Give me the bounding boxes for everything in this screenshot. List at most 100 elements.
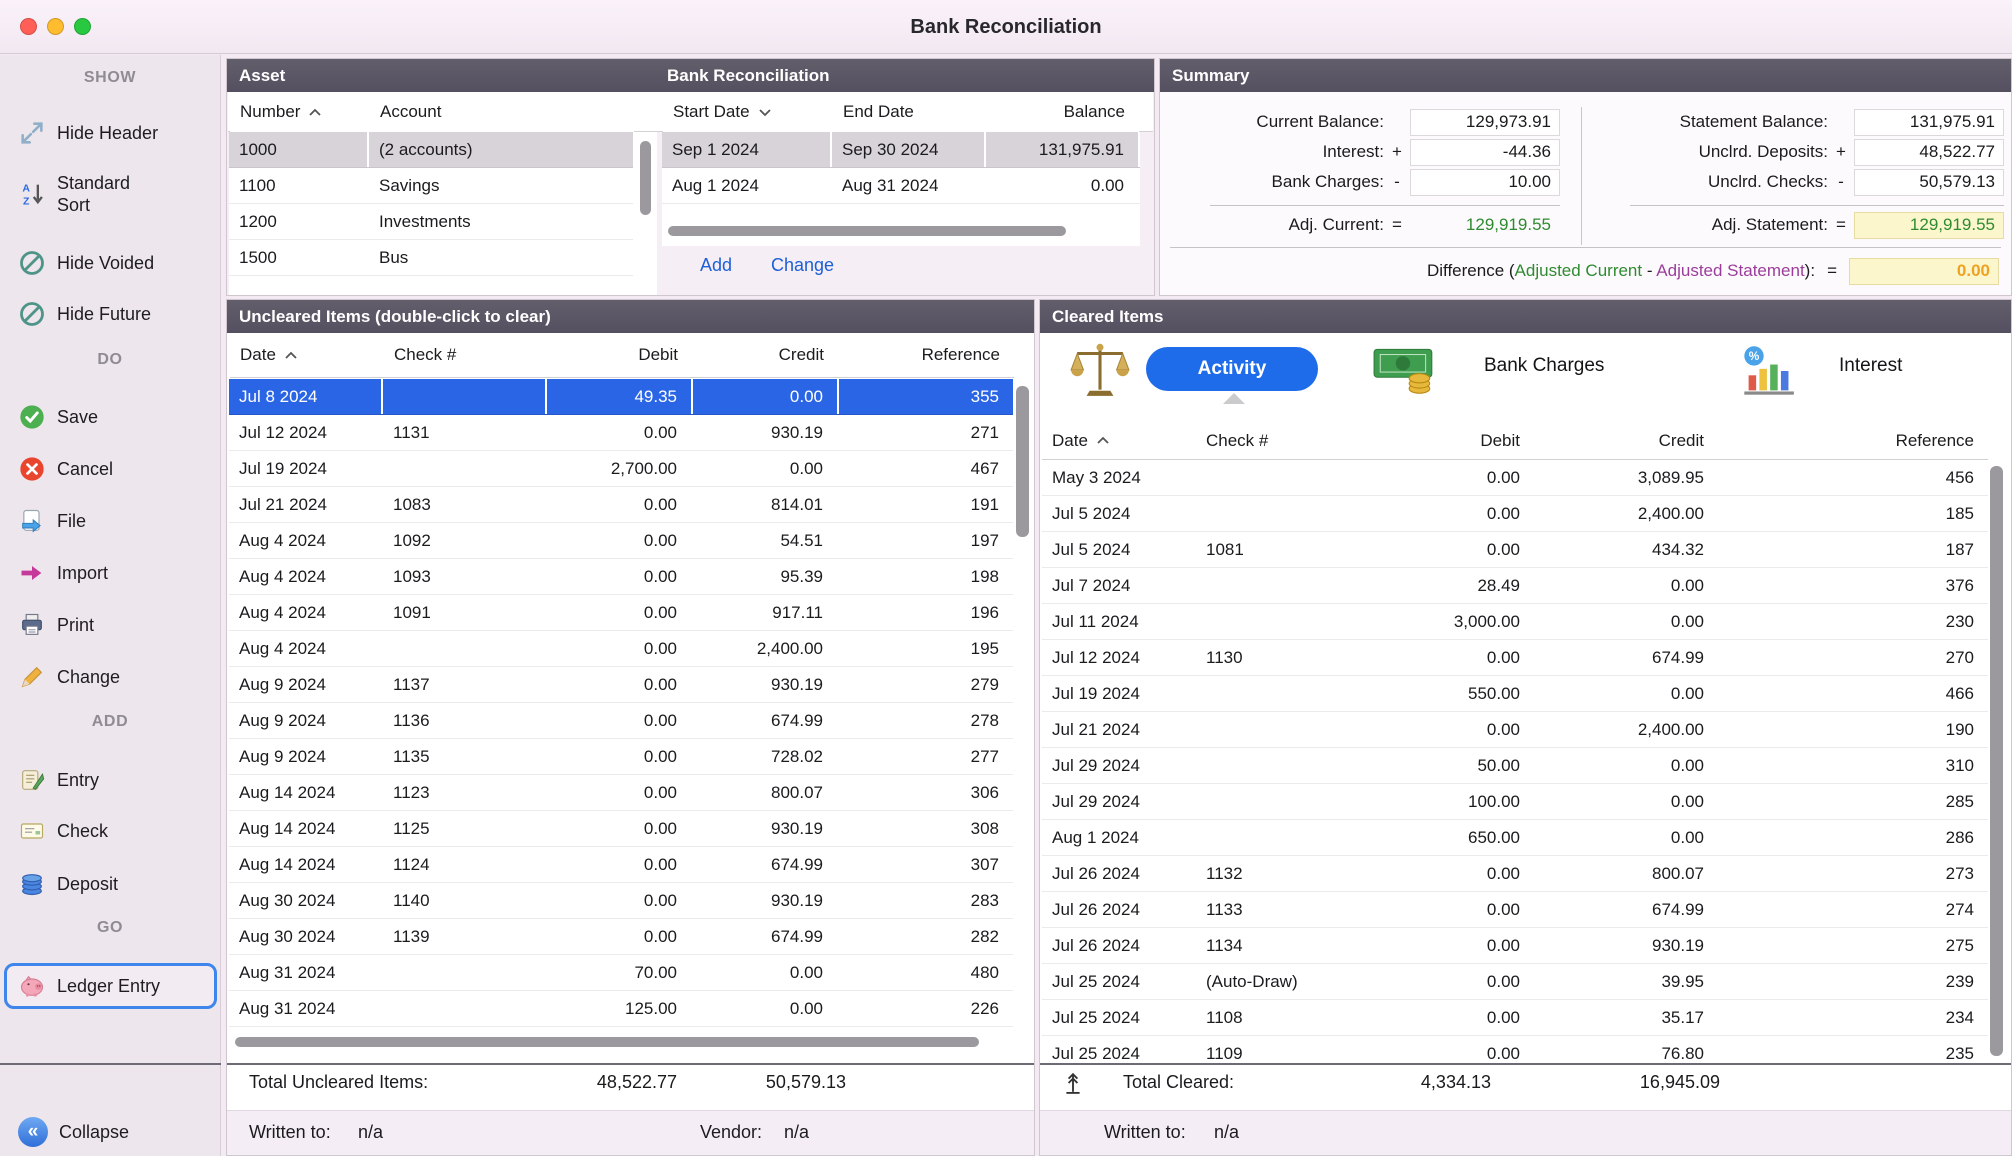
cell-check-number: [1196, 712, 1360, 747]
cleared-row[interactable]: Jul 29 2024 100.00 0.00 285: [1042, 784, 1988, 820]
sidebar-item-import[interactable]: Import: [4, 551, 217, 595]
uncleared-row[interactable]: Aug 31 2024 125.00 0.00 226: [229, 991, 1013, 1027]
accounts-panel-header: Asset Bank Reconciliation: [227, 59, 1154, 92]
cleared-row[interactable]: Jul 26 2024 1132 0.00 800.07 273: [1042, 856, 1988, 892]
sidebar-item-entry[interactable]: Entry: [4, 758, 217, 802]
uncleared-row[interactable]: Aug 4 2024 0.00 2,400.00 195: [229, 631, 1013, 667]
zoom-window-button[interactable]: [74, 18, 91, 35]
change-reconciliation-link[interactable]: Change: [771, 255, 834, 276]
sidebar-item-change[interactable]: Change: [4, 655, 217, 699]
vendor-value: n/a: [784, 1122, 809, 1143]
cleared-row[interactable]: May 3 2024 0.00 3,089.95 456: [1042, 460, 1988, 496]
double-arrow-icon[interactable]: [1062, 1070, 1084, 1101]
cell-date: Aug 14 2024: [229, 775, 381, 810]
sidebar-item-standard-sort[interactable]: AZ Standard Sort: [4, 163, 217, 225]
cell-debit: 0.00: [547, 847, 691, 882]
uncleared-row[interactable]: Aug 14 2024 1125 0.00 930.19 308: [229, 811, 1013, 847]
column-header-start-date[interactable]: Start Date: [663, 92, 831, 132]
cleared-row[interactable]: Jul 21 2024 0.00 2,400.00 190: [1042, 712, 1988, 748]
cleared-row[interactable]: Jul 25 2024 1109 0.00 76.80 235: [1042, 1036, 1988, 1063]
uncleared-row[interactable]: Aug 30 2024 1140 0.00 930.19 283: [229, 883, 1013, 919]
close-window-button[interactable]: [20, 18, 37, 35]
cleared-row[interactable]: Jul 5 2024 1081 0.00 434.32 187: [1042, 532, 1988, 568]
sidebar-item-save[interactable]: Save: [4, 395, 217, 439]
uncleared-row[interactable]: Aug 9 2024 1136 0.00 674.99 278: [229, 703, 1013, 739]
uncleared-vscrollbar-thumb[interactable]: [1016, 386, 1029, 537]
column-header-credit[interactable]: Credit: [694, 333, 838, 377]
sidebar-item-print[interactable]: Print: [4, 603, 217, 647]
sidebar-item-ledger-entry[interactable]: Ledger Entry: [4, 963, 217, 1009]
uncleared-footer-divider: [227, 1063, 1034, 1065]
reconciliation-row[interactable]: Aug 1 2024 Aug 31 2024 0.00: [662, 168, 1140, 204]
cleared-row[interactable]: Jul 19 2024 550.00 0.00 466: [1042, 676, 1988, 712]
cleared-vscrollbar-thumb[interactable]: [1990, 466, 2003, 1056]
minimize-window-button[interactable]: [47, 18, 64, 35]
asset-scrollbar-thumb[interactable]: [640, 141, 651, 215]
cell-credit: 0.00: [693, 451, 837, 486]
uncleared-row[interactable]: Aug 9 2024 1137 0.00 930.19 279: [229, 667, 1013, 703]
reconciliation-hscrollbar-thumb[interactable]: [668, 226, 1066, 236]
sidebar-item-collapse[interactable]: « Collapse: [4, 1110, 217, 1154]
scales-icon: [1069, 339, 1131, 404]
uncleared-row[interactable]: Aug 14 2024 1124 0.00 674.99 307: [229, 847, 1013, 883]
sidebar-item-deposit[interactable]: Deposit: [4, 862, 217, 906]
sidebar-item-hide-header[interactable]: Hide Header: [4, 111, 217, 155]
column-header-debit[interactable]: Debit: [1362, 422, 1534, 459]
column-header-reference[interactable]: Reference: [1720, 422, 1988, 459]
uncleared-row[interactable]: Aug 4 2024 1093 0.00 95.39 198: [229, 559, 1013, 595]
account-row[interactable]: 1200 Investments: [229, 204, 633, 240]
sidebar-item-cancel[interactable]: Cancel: [4, 447, 217, 491]
uncleared-row[interactable]: Aug 30 2024 1139 0.00 674.99 282: [229, 919, 1013, 955]
cleared-row[interactable]: Jul 5 2024 0.00 2,400.00 185: [1042, 496, 1988, 532]
uncleared-row[interactable]: Jul 8 2024 49.35 0.00 355: [229, 379, 1013, 415]
column-header-date[interactable]: Date: [230, 333, 382, 377]
cleared-row[interactable]: Jul 25 2024 (Auto-Draw) 0.00 39.95 239: [1042, 964, 1988, 1000]
column-header-check[interactable]: Check #: [1196, 422, 1360, 459]
uncleared-row[interactable]: Aug 9 2024 1135 0.00 728.02 277: [229, 739, 1013, 775]
sidebar-item-label: Deposit: [57, 873, 118, 895]
cleared-row[interactable]: Jul 26 2024 1133 0.00 674.99 274: [1042, 892, 1988, 928]
cell-date: Jul 19 2024: [229, 451, 381, 486]
tab-interest[interactable]: Interest: [1839, 355, 1902, 377]
cleared-row[interactable]: Jul 11 2024 3,000.00 0.00 230: [1042, 604, 1988, 640]
sidebar-item-file[interactable]: File: [4, 499, 217, 543]
column-header-reference[interactable]: Reference: [840, 333, 1014, 377]
column-header-debit[interactable]: Debit: [548, 333, 692, 377]
uncleared-row[interactable]: Aug 31 2024 70.00 0.00 480: [229, 955, 1013, 991]
column-header-end-date[interactable]: End Date: [833, 92, 985, 132]
uncleared-row[interactable]: Jul 19 2024 2,700.00 0.00 467: [229, 451, 1013, 487]
cell-reference: 466: [1720, 676, 1988, 711]
uncleared-row[interactable]: Jul 12 2024 1131 0.00 930.19 271: [229, 415, 1013, 451]
cleared-row[interactable]: Jul 7 2024 28.49 0.00 376: [1042, 568, 1988, 604]
cleared-row[interactable]: Jul 12 2024 1130 0.00 674.99 270: [1042, 640, 1988, 676]
uncleared-row[interactable]: Aug 4 2024 1092 0.00 54.51 197: [229, 523, 1013, 559]
account-row[interactable]: 1100 Savings: [229, 168, 633, 204]
account-row[interactable]: 1500 Bus: [229, 240, 633, 276]
column-header-credit[interactable]: Credit: [1536, 422, 1718, 459]
uncleared-row[interactable]: Aug 4 2024 1091 0.00 917.11 196: [229, 595, 1013, 631]
sidebar-item-hide-voided[interactable]: Hide Voided: [4, 241, 217, 285]
column-header-number[interactable]: Number: [230, 92, 368, 132]
cleared-row[interactable]: Jul 26 2024 1134 0.00 930.19 275: [1042, 928, 1988, 964]
tab-activity[interactable]: Activity: [1146, 347, 1318, 391]
cleared-row[interactable]: Jul 29 2024 50.00 0.00 310: [1042, 748, 1988, 784]
column-header-account[interactable]: Account: [370, 92, 634, 132]
sidebar-item-check[interactable]: Check: [4, 809, 217, 853]
coin-stack-icon: [18, 870, 46, 898]
column-header-balance[interactable]: Balance: [987, 92, 1139, 132]
cleared-row[interactable]: Aug 1 2024 650.00 0.00 286: [1042, 820, 1988, 856]
tab-bank-charges[interactable]: Bank Charges: [1484, 355, 1604, 377]
svg-text:%: %: [1749, 349, 1760, 363]
uncleared-row[interactable]: Jul 21 2024 1083 0.00 814.01 191: [229, 487, 1013, 523]
account-row[interactable]: 1000 (2 accounts): [229, 132, 633, 168]
column-header-date[interactable]: Date: [1042, 422, 1194, 459]
reconciliation-row[interactable]: Sep 1 2024 Sep 30 2024 131,975.91: [662, 132, 1140, 168]
sidebar-divider: [0, 1063, 221, 1065]
add-reconciliation-link[interactable]: Add: [700, 255, 732, 276]
sidebar-item-hide-future[interactable]: Hide Future: [4, 292, 217, 336]
uncleared-hscrollbar-thumb[interactable]: [235, 1037, 979, 1047]
cell-reference: 282: [839, 919, 1013, 954]
column-header-check[interactable]: Check #: [384, 333, 546, 377]
uncleared-row[interactable]: Aug 14 2024 1123 0.00 800.07 306: [229, 775, 1013, 811]
cleared-row[interactable]: Jul 25 2024 1108 0.00 35.17 234: [1042, 1000, 1988, 1036]
